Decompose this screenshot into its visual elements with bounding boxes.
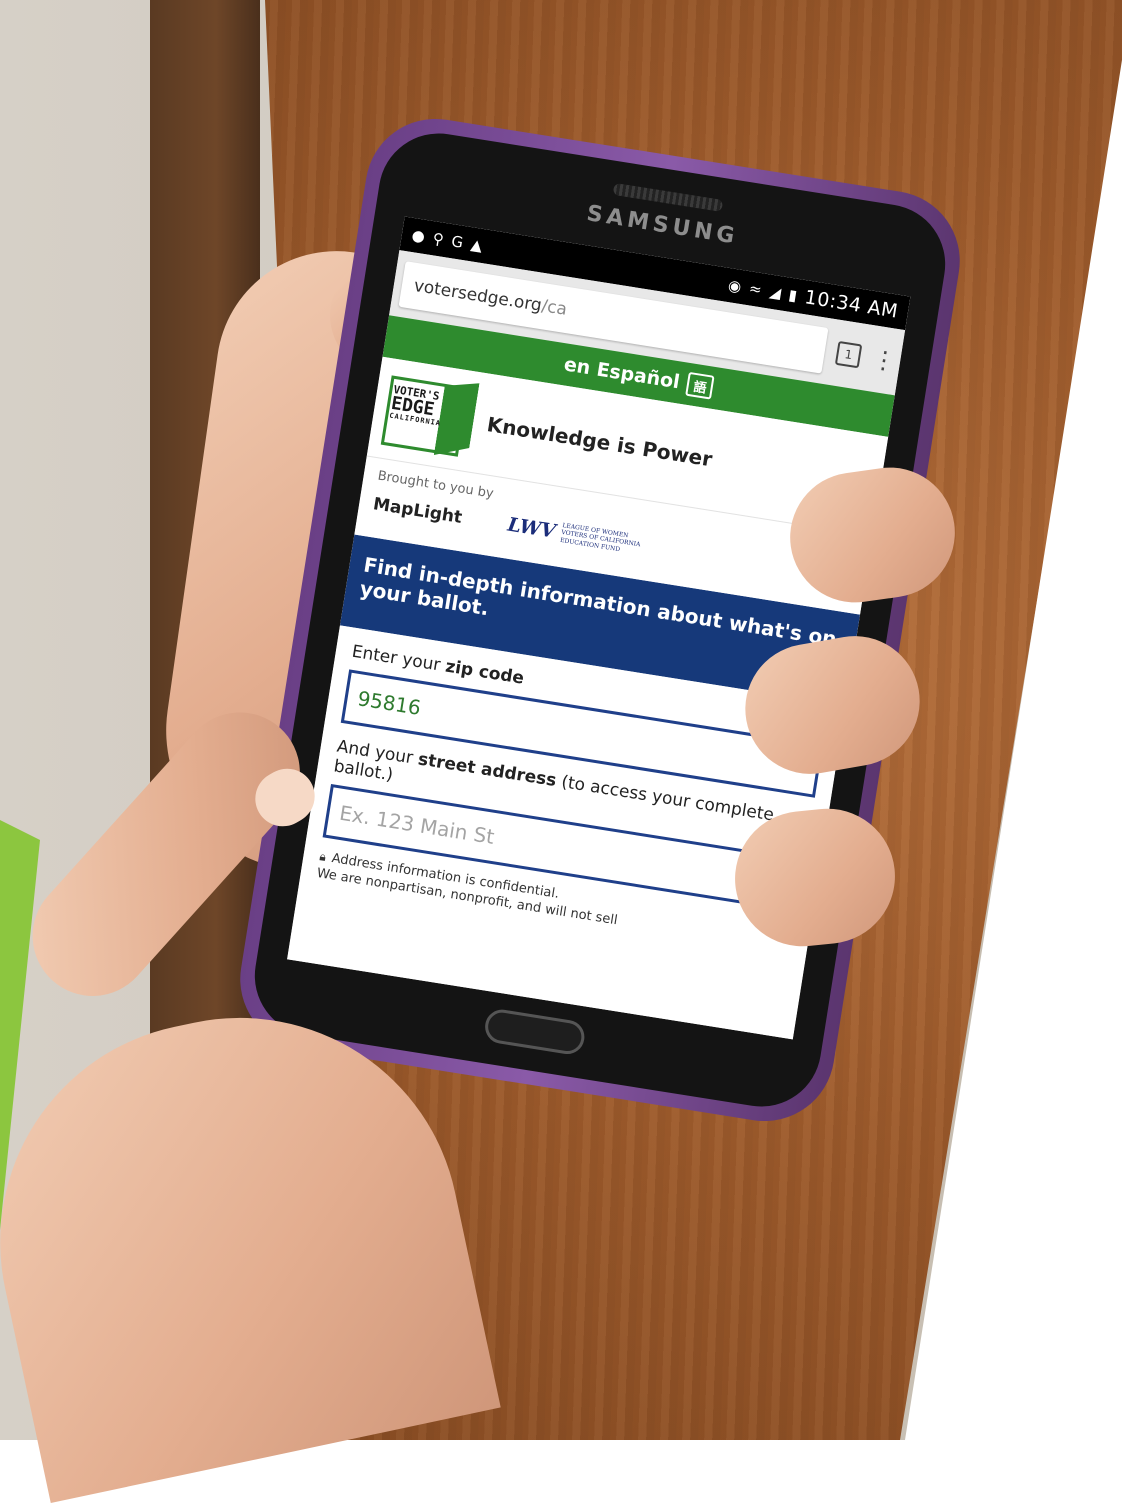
app-icon: ▲	[469, 235, 484, 255]
url-path: /ca	[540, 296, 569, 320]
tagline: Knowledge is Power	[485, 412, 714, 472]
search-icon: ⚲	[431, 229, 446, 249]
overflow-menu-icon[interactable]: ⋮	[870, 345, 898, 376]
battery-icon: ▮	[787, 285, 799, 305]
wifi-icon: ≈	[747, 279, 763, 300]
lwv-text: LEAGUE OF WOMEN VOTERS OF CALIFORNIA EDU…	[559, 522, 641, 553]
zip-value: 95816	[355, 686, 423, 720]
address-label-bold: street address	[416, 749, 558, 792]
signal-icon: ◢	[768, 282, 783, 303]
street-address-placeholder: Ex. 123 Main St	[337, 800, 496, 849]
translate-icon: 語	[685, 371, 716, 400]
lwv-mark: LWV	[506, 513, 558, 543]
voters-edge-logo[interactable]: VOTER'S EDGE CALIFORNIA	[380, 369, 479, 460]
zip-label-bold: zip code	[443, 656, 526, 689]
eye-icon: ◉	[726, 276, 743, 296]
home-button[interactable]	[482, 1007, 587, 1057]
url-host: votersedge.org	[412, 275, 544, 316]
chat-icon: ●	[410, 225, 427, 246]
lock-icon: 🔒︎	[318, 849, 328, 864]
maplight-logo[interactable]: MapLight	[372, 494, 464, 528]
google-icon: G	[450, 232, 465, 252]
tab-switcher-button[interactable]: 1	[834, 340, 863, 369]
